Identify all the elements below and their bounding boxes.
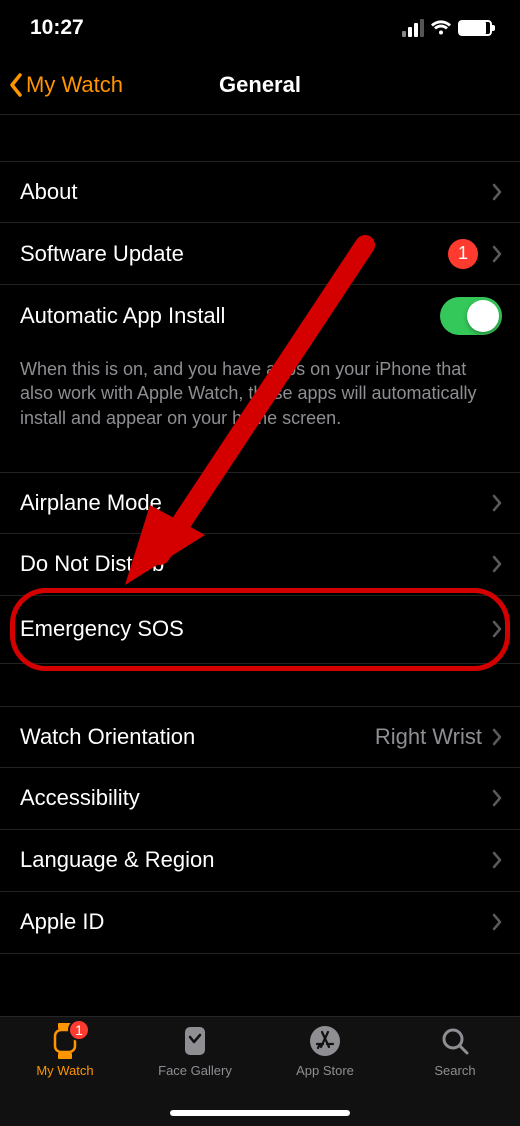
settings-group-device: Watch Orientation Right Wrist Accessibil… — [0, 706, 520, 954]
face-gallery-icon — [181, 1023, 209, 1059]
row-label: Accessibility — [20, 785, 492, 811]
row-do-not-disturb[interactable]: Do Not Disturb — [0, 534, 520, 596]
row-language-region[interactable]: Language & Region — [0, 830, 520, 892]
chevron-right-icon — [492, 245, 502, 263]
back-label: My Watch — [26, 72, 123, 98]
settings-group-modes: Airplane Mode Do Not Disturb Emergency S… — [0, 472, 520, 664]
row-label: Automatic App Install — [20, 303, 440, 329]
nav-bar: My Watch General — [0, 55, 520, 115]
home-indicator[interactable] — [170, 1110, 350, 1116]
chevron-right-icon — [492, 555, 502, 573]
settings-group-general: About Software Update 1 Automatic App In… — [0, 161, 520, 430]
row-airplane-mode[interactable]: Airplane Mode — [0, 472, 520, 534]
row-software-update[interactable]: Software Update 1 — [0, 223, 520, 285]
row-accessibility[interactable]: Accessibility — [0, 768, 520, 830]
row-value: Right Wrist — [375, 724, 482, 750]
tab-label: My Watch — [36, 1063, 93, 1078]
row-emergency-sos[interactable]: Emergency SOS — [0, 596, 520, 664]
battery-icon — [458, 20, 492, 36]
auto-install-footer: When this is on, and you have apps on yo… — [0, 347, 520, 430]
row-apple-id[interactable]: Apple ID — [0, 892, 520, 954]
tab-label: App Store — [296, 1063, 354, 1078]
status-indicators — [402, 19, 492, 37]
tab-my-watch[interactable]: 1 My Watch — [0, 1023, 130, 1126]
tab-search[interactable]: Search — [390, 1023, 520, 1126]
auto-install-switch[interactable] — [440, 297, 502, 335]
watch-icon: 1 — [50, 1023, 80, 1059]
update-badge: 1 — [448, 239, 478, 269]
row-about[interactable]: About — [0, 161, 520, 223]
chevron-right-icon — [492, 913, 502, 931]
app-store-icon — [309, 1023, 341, 1059]
chevron-right-icon — [492, 728, 502, 746]
chevron-right-icon — [492, 620, 502, 638]
tab-badge: 1 — [68, 1019, 90, 1041]
status-bar: 10:27 — [0, 0, 520, 55]
row-label: Language & Region — [20, 847, 492, 873]
row-label: Apple ID — [20, 909, 492, 935]
row-label: Watch Orientation — [20, 724, 375, 750]
back-button[interactable]: My Watch — [0, 72, 123, 98]
chevron-right-icon — [492, 789, 502, 807]
tab-label: Search — [434, 1063, 475, 1078]
search-icon — [440, 1023, 470, 1059]
row-watch-orientation[interactable]: Watch Orientation Right Wrist — [0, 706, 520, 768]
row-label: Software Update — [20, 241, 448, 267]
row-label: Airplane Mode — [20, 490, 492, 516]
chevron-right-icon — [492, 183, 502, 201]
chevron-right-icon — [492, 494, 502, 512]
row-label: Emergency SOS — [20, 616, 492, 642]
row-automatic-app-install[interactable]: Automatic App Install — [0, 285, 520, 347]
tab-label: Face Gallery — [158, 1063, 232, 1078]
cellular-icon — [402, 19, 424, 37]
row-label: Do Not Disturb — [20, 551, 492, 577]
wifi-icon — [430, 20, 452, 36]
row-label: About — [20, 179, 492, 205]
chevron-left-icon — [8, 73, 24, 97]
chevron-right-icon — [492, 851, 502, 869]
page-title: General — [219, 72, 301, 98]
tab-bar: 1 My Watch Face Gallery App Store S — [0, 1016, 520, 1126]
status-time: 10:27 — [30, 16, 84, 40]
